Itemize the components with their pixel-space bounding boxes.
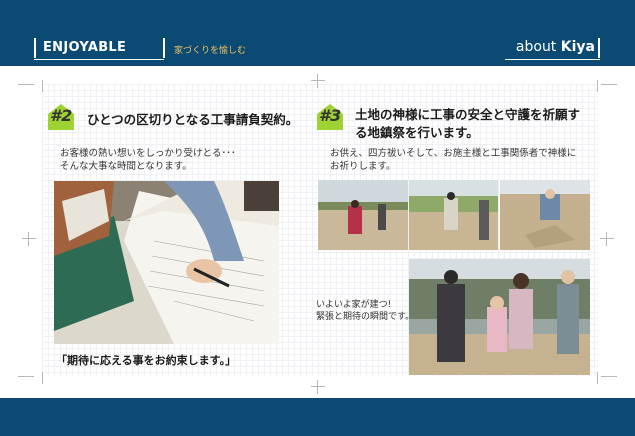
registration-mark [606, 232, 607, 246]
footer-band [0, 398, 635, 436]
family-photo-caption: いよいよ家が建つ! 緊張と期待の瞬間です。 [316, 300, 415, 322]
section-number: #3 [319, 106, 342, 125]
crop-mark [601, 84, 617, 85]
contract-signing-photo [54, 181, 279, 344]
brand-underline [34, 59, 164, 60]
about-name: Kiya [560, 39, 595, 55]
crop-mark [18, 376, 34, 377]
about-underline [505, 59, 600, 60]
registration-mark [28, 232, 29, 246]
registration-mark [600, 238, 614, 239]
crop-mark [601, 376, 617, 377]
subtitle-divider [163, 38, 165, 58]
section-3-badge: #3 [315, 102, 345, 132]
section-number: #2 [50, 106, 73, 125]
crop-mark [597, 372, 598, 384]
about-right-bar [598, 38, 600, 58]
groundbreaking-photo [500, 180, 590, 250]
section-3-description: お供え、四方祓いそして、お施主様と工事関係者で神様に お祈りします。 [330, 148, 577, 172]
ceremony-offering-photo [409, 180, 498, 250]
brand-title: ENJOYABLE [43, 40, 127, 55]
crop-mark [18, 84, 34, 85]
section-2-caption: 「期待に応える事をお約束します。」 [56, 354, 237, 367]
crop-mark [42, 372, 43, 384]
registration-mark [22, 238, 36, 239]
section-3-heading: 土地の神様に工事の安全と守護を祈願す る地鎮祭を行います。 [355, 107, 581, 140]
section-2-heading: ひとつの区切りとなる工事請負契約。 [87, 112, 299, 127]
about-prefix: about [515, 39, 557, 55]
registration-mark [311, 386, 325, 387]
registration-mark [317, 380, 318, 394]
registration-mark [311, 80, 325, 81]
purification-photo [318, 180, 408, 250]
crop-mark [42, 80, 43, 92]
family-ceremony-photo [409, 259, 590, 375]
about-label: about Kiya [516, 39, 595, 55]
registration-mark [317, 74, 318, 88]
brand-subtitle: 家づくりを愉しむ [174, 46, 247, 56]
section-2-description: お客様の熱い想いをしっかり受けとる･･･ そんな大事な時間となります。 [60, 148, 236, 172]
brand-left-bar [34, 38, 36, 58]
header-band: ENJOYABLE 家づくりを愉しむ about Kiya [0, 0, 635, 66]
crop-mark [597, 80, 598, 92]
section-2-badge: #2 [46, 102, 76, 132]
